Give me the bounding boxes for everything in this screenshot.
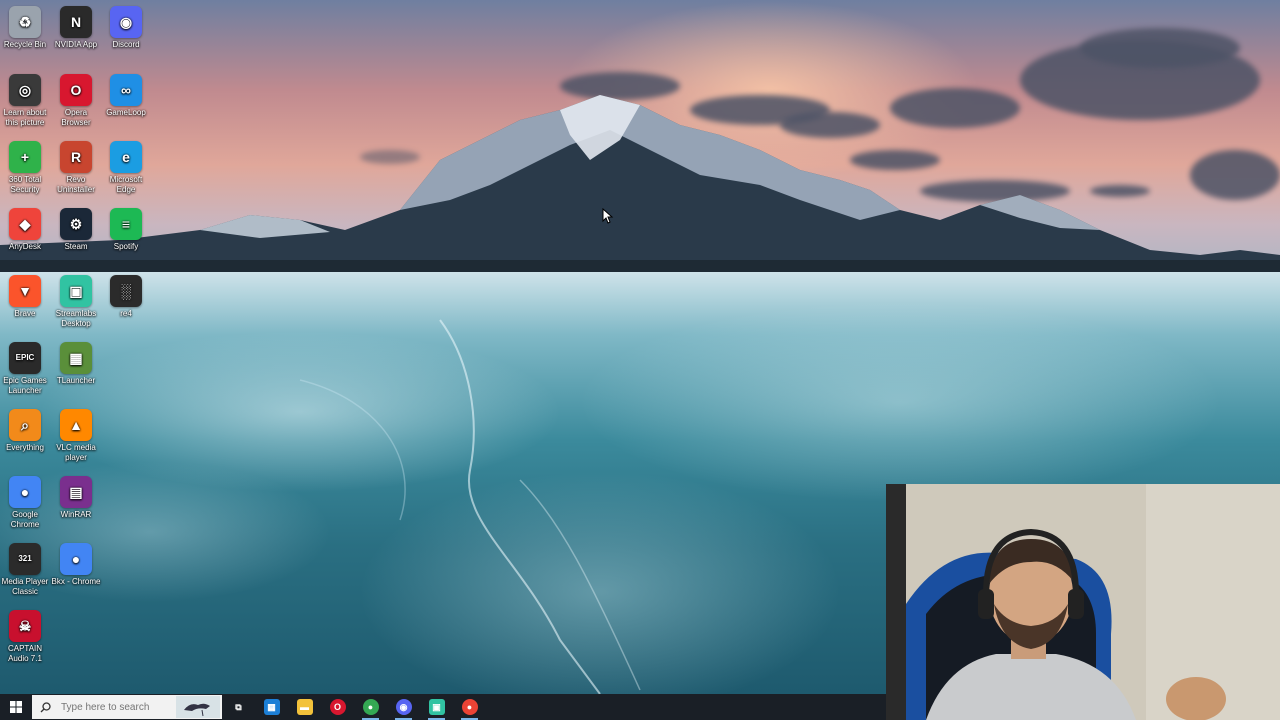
- camera-icon: ◎: [9, 74, 41, 106]
- taskbar: ⧉ ▦ ▬ O ● ◉ ▣ ●: [0, 694, 886, 720]
- desktop-icon[interactable]: ░ re4: [101, 271, 151, 319]
- desktop-icon[interactable]: ▼ Brave: [0, 271, 50, 319]
- captain-audio-icon: ☠: [9, 610, 41, 642]
- desktop-icon-label: Bkx - Chrome: [51, 577, 101, 586]
- winrar-icon: ▤: [60, 476, 92, 508]
- desktop-icon[interactable]: ◆ AnyDesk: [0, 204, 50, 252]
- desktop-icon-label: Spotify: [113, 242, 139, 251]
- desktop-icon-label: Streamlabs Desktop: [55, 309, 97, 328]
- desktop-icon[interactable]: ◎ Learn about this picture: [0, 70, 50, 128]
- desktop-icon[interactable]: ≡ Spotify: [101, 204, 151, 252]
- desktop-icon-label: re4: [120, 309, 132, 318]
- desktop-icon-label: Media Player Classic: [1, 577, 49, 596]
- discord-icon: ◉: [395, 699, 412, 715]
- desktop-icon[interactable]: 321 Media Player Classic: [0, 539, 50, 597]
- spotify-icon: ≡: [110, 208, 142, 240]
- streamlabs-icon: ▣: [428, 699, 445, 715]
- desktop-icon-label: Steam: [64, 242, 88, 251]
- windows-logo-icon: [10, 701, 22, 713]
- desktop-icon-label: 360 Total Security: [8, 175, 42, 194]
- desktop-icon-label: AnyDesk: [8, 242, 41, 251]
- start-button[interactable]: [0, 694, 32, 720]
- chrome-icon: ●: [9, 476, 41, 508]
- desktop-icon[interactable]: ◉ Discord: [101, 2, 151, 50]
- re4-icon: ░: [110, 275, 142, 307]
- task-view-icon: ⧉: [230, 699, 247, 715]
- taskbar-item[interactable]: ●: [354, 694, 387, 720]
- desktop-icon-label: Epic Games Launcher: [3, 376, 47, 395]
- desktop-icon[interactable]: N NVIDIA App: [51, 2, 101, 50]
- desktop-icon[interactable]: e Microsoft Edge: [101, 137, 151, 195]
- desktop-icon[interactable]: ▦ TLauncher: [51, 338, 101, 386]
- desktop-icon-label: Brave: [14, 309, 36, 318]
- desktop-icon[interactable]: ● Google Chrome: [0, 472, 50, 530]
- desktop-icon-label: WinRAR: [60, 510, 92, 519]
- nvidia-icon: N: [60, 6, 92, 38]
- search-icon: [40, 701, 51, 712]
- desktop-icon-label: GameLoop: [106, 108, 146, 117]
- desktop-icon-label: Recycle Bin: [3, 40, 47, 49]
- search-input[interactable]: [59, 700, 183, 714]
- taskbar-item[interactable]: ▬: [288, 694, 321, 720]
- taskbar-item[interactable]: O: [321, 694, 354, 720]
- desktop-icon[interactable]: ∞ GameLoop: [101, 70, 151, 118]
- chrome-icon: ●: [461, 699, 478, 715]
- desktop-icon[interactable]: ▤ WinRAR: [51, 472, 101, 520]
- vlc-icon: ▲: [60, 409, 92, 441]
- desktop-icon-label: TLauncher: [56, 376, 96, 385]
- streamer-figure: [886, 484, 1280, 720]
- taskbar-item[interactable]: ⧉: [222, 694, 255, 720]
- desktop-icon-label: Discord: [112, 40, 140, 49]
- desktop-icon-label: Learn about this picture: [3, 108, 47, 127]
- everything-icon: ⌕: [9, 409, 41, 441]
- steam-icon: ⚙: [60, 208, 92, 240]
- streamlabs-icon: ▣: [60, 275, 92, 307]
- taskbar-search-box[interactable]: [32, 695, 222, 719]
- desktop-icon[interactable]: ☠ CAPTAIN Audio 7.1: [0, 606, 50, 664]
- file-explorer-icon: ▬: [296, 699, 313, 715]
- edge-icon: e: [110, 141, 142, 173]
- desktop-icon[interactable]: R Revo Uninstaller: [51, 137, 101, 195]
- desktop-icon[interactable]: ⚙ Steam: [51, 204, 101, 252]
- mouse-cursor-icon: [602, 208, 614, 224]
- search-highlight-bird-icon: [176, 696, 220, 718]
- desktop-icon[interactable]: +360 Total Security: [0, 137, 50, 195]
- webcam-overlay: [886, 484, 1280, 720]
- minecraft-icon: ▦: [60, 342, 92, 374]
- chrome-icon: ●: [60, 543, 92, 575]
- brave-icon: ▼: [9, 275, 41, 307]
- desktop-icon-label: VLC media player: [56, 443, 96, 462]
- desktop-icon[interactable]: ⌕ Everything: [0, 405, 50, 453]
- desktop-icon[interactable]: ♻ Recycle Bin: [0, 2, 50, 50]
- microsoft-store-icon: ▦: [263, 699, 280, 715]
- opera-icon: O: [60, 74, 92, 106]
- opera-icon: O: [329, 699, 346, 715]
- desktop-icon[interactable]: O Opera Browser: [51, 70, 101, 128]
- taskbar-pinned-apps: ⧉ ▦ ▬ O ● ◉ ▣ ●: [222, 694, 486, 720]
- desktop-icon-label: Microsoft Edge: [109, 175, 143, 194]
- desktop-icon-label: Google Chrome: [10, 510, 40, 529]
- shield-plus-icon: +: [9, 141, 41, 173]
- recycle-bin-icon: ♻: [9, 6, 41, 38]
- desktop-icon-label: NVIDIA App: [54, 40, 98, 49]
- gameloop-icon: ∞: [110, 74, 142, 106]
- media-player-icon: 321: [9, 543, 41, 575]
- desktop-icon-label: Revo Uninstaller: [57, 175, 95, 194]
- desktop-icon-label: Opera Browser: [61, 108, 91, 127]
- revo-icon: R: [60, 141, 92, 173]
- taskbar-item[interactable]: ◉: [387, 694, 420, 720]
- desktop-icon[interactable]: ● Bkx - Chrome: [51, 539, 101, 587]
- desktop-icon-label: CAPTAIN Audio 7.1: [7, 644, 43, 663]
- epic-games-icon: EPIC: [9, 342, 41, 374]
- taskbar-item[interactable]: ●: [453, 694, 486, 720]
- desktop-icon[interactable]: EPIC Epic Games Launcher: [0, 338, 50, 396]
- desktop-icon[interactable]: ▲ VLC media player: [51, 405, 101, 463]
- desktop-icon-label: Everything: [6, 443, 44, 452]
- anydesk-icon: ◆: [9, 208, 41, 240]
- taskbar-item[interactable]: ▦: [255, 694, 288, 720]
- desktop-icon[interactable]: ▣ Streamlabs Desktop: [51, 271, 101, 329]
- chrome-icon: ●: [362, 699, 379, 715]
- taskbar-item[interactable]: ▣: [420, 694, 453, 720]
- discord-icon: ◉: [110, 6, 142, 38]
